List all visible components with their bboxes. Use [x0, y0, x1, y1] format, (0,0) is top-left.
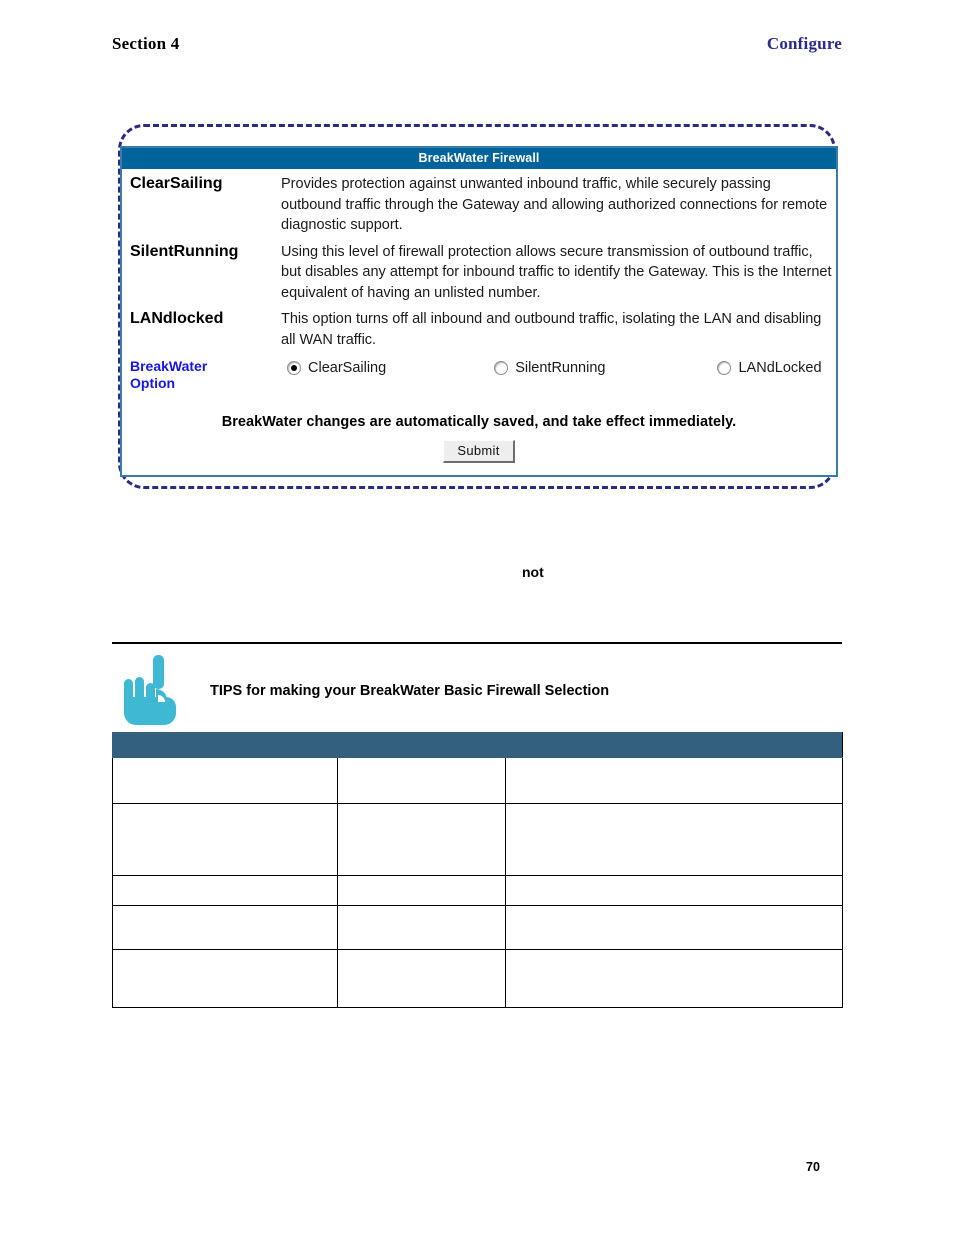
tips-table — [112, 732, 843, 1008]
pointing-hand-icon — [120, 653, 180, 729]
table-header-cell — [337, 732, 506, 758]
submit-button[interactable]: Submit — [443, 440, 515, 463]
level-name-landlocked: LANdlocked — [130, 310, 224, 327]
breakwater-option-radio-group: ClearSailing SilentRunning LANdLocked — [281, 358, 832, 376]
table-cell — [337, 803, 506, 876]
breakwater-firewall-panel: BreakWater Firewall ClearSailing Provide… — [120, 146, 838, 477]
firewall-level-row: SilentRunning Using this level of firewa… — [126, 242, 832, 304]
table-row — [112, 905, 843, 950]
table-row — [112, 803, 843, 876]
table-cell — [337, 875, 506, 906]
table-cell — [112, 905, 338, 950]
submit-button-container: Submit — [126, 440, 832, 463]
page-number: 70 — [806, 1160, 820, 1174]
chapter-label: Configure — [766, 34, 842, 53]
table-cell — [337, 949, 506, 1008]
section-label: Section 4 — [112, 34, 180, 53]
level-description-landlocked: This option turns off all inbound and ou… — [281, 311, 822, 348]
auto-save-notice: BreakWater changes are automatically sav… — [221, 414, 737, 430]
firewall-level-row: ClearSailing Provides protection against… — [126, 174, 832, 236]
table-header-cell — [112, 732, 338, 758]
table-cell — [112, 875, 338, 906]
radio-label-landlocked: LANdLocked — [738, 360, 822, 376]
level-name-silentrunning: SilentRunning — [130, 242, 239, 260]
firewall-level-row: LANdlocked This option turns off all inb… — [126, 309, 832, 350]
table-cell — [112, 949, 338, 1008]
table-cell — [112, 803, 338, 876]
table-row — [112, 757, 843, 804]
table-cell — [505, 803, 843, 876]
radio-option-landlocked[interactable]: LANdLocked — [717, 360, 822, 376]
radio-label-clearsailing: ClearSailing — [308, 360, 387, 376]
breakwater-option-row: BreakWater Option ClearSailing SilentRun… — [126, 358, 832, 392]
breakwater-option-label-line1: BreakWater — [130, 358, 208, 374]
section-divider-rule — [112, 642, 842, 644]
table-header-cell — [505, 732, 843, 758]
tips-title: TIPS for making your BreakWater Basic Fi… — [210, 683, 610, 699]
panel-body: ClearSailing Provides protection against… — [122, 170, 836, 475]
radio-option-clearsailing[interactable]: ClearSailing — [287, 360, 386, 376]
table-header-row — [112, 732, 843, 758]
level-name-clearsailing: ClearSailing — [130, 175, 223, 192]
table-cell — [505, 757, 843, 804]
radio-button-icon[interactable] — [287, 361, 301, 375]
table-cell — [505, 875, 843, 906]
radio-label-silentrunning: SilentRunning — [515, 360, 606, 376]
panel-titlebar: BreakWater Firewall — [122, 148, 836, 170]
breakwater-option-label-line2: Option — [130, 375, 176, 391]
radio-button-icon[interactable] — [494, 361, 509, 375]
table-cell — [337, 905, 506, 950]
table-row — [112, 949, 843, 1008]
level-description-silentrunning: Using this level of firewall protection … — [281, 243, 832, 301]
table-cell — [505, 949, 843, 1008]
tips-header: TIPS for making your BreakWater Basic Fi… — [112, 652, 842, 730]
table-row — [112, 875, 843, 906]
table-cell — [112, 757, 338, 804]
table-cell — [337, 757, 506, 804]
radio-option-silentrunning[interactable]: SilentRunning — [494, 360, 605, 376]
breakwater-option-label: BreakWater Option — [126, 358, 281, 392]
emphasis-word: not — [522, 564, 544, 580]
table-body — [112, 757, 843, 1008]
page-header: Section 4 Configure — [112, 34, 842, 54]
table-cell — [505, 905, 843, 950]
level-description-clearsailing: Provides protection against unwanted inb… — [281, 176, 828, 233]
radio-button-icon[interactable] — [717, 361, 732, 375]
